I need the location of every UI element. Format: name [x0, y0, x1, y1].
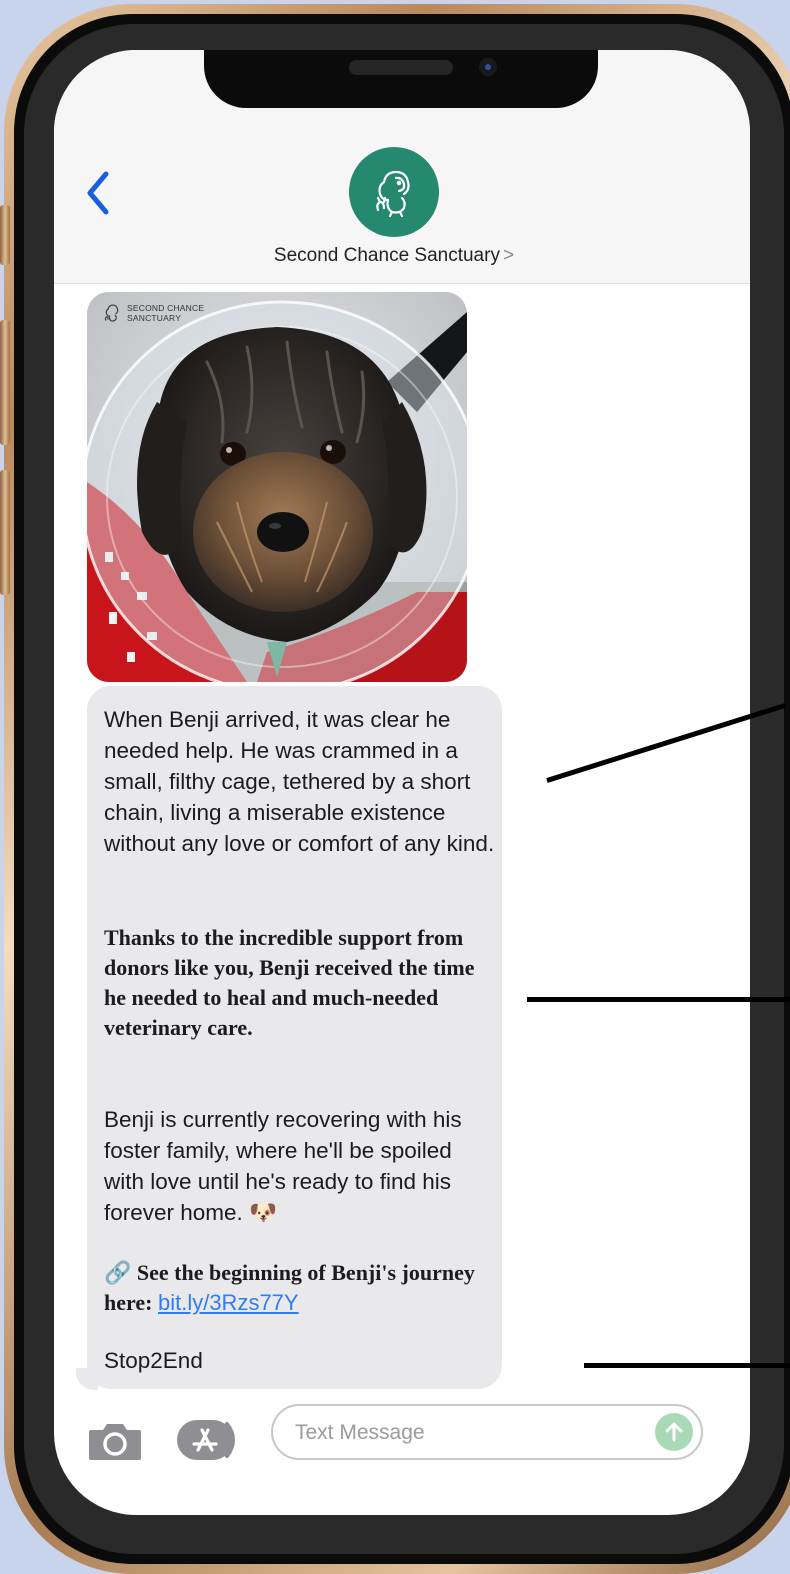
link-icon: 🔗 — [104, 1260, 132, 1285]
dog-cat-logo-icon — [376, 170, 410, 218]
dog-photo — [87, 292, 467, 682]
arrow-up-icon — [665, 1422, 683, 1442]
annotation-pointer-line-2 — [527, 997, 790, 1002]
front-camera-icon — [479, 58, 497, 76]
camera-icon[interactable] — [87, 1420, 143, 1462]
message-paragraph-4: 🔗 See the beginning of Benji's journey h… — [104, 1258, 499, 1318]
watermark-line2: SANCTUARY — [127, 313, 182, 323]
phone-screen: Second Chance Sanctuary > SECOND CHANCE … — [54, 50, 750, 1515]
message-input[interactable] — [293, 1415, 637, 1451]
annotation-pointer-line-3 — [584, 1363, 790, 1368]
message-input-bar — [54, 1390, 750, 1470]
text-message-bubble[interactable]: When Benji arrived, it was clear he need… — [87, 686, 502, 1389]
chevron-left-icon[interactable] — [84, 168, 114, 218]
dog-cat-logo-icon — [104, 304, 119, 322]
chevron-right-icon: > — [502, 245, 515, 266]
app-store-icon[interactable] — [177, 1418, 241, 1462]
message-paragraph-1: When Benji arrived, it was clear he need… — [104, 707, 495, 856]
contact-name-label: Second Chance Sanctuary — [273, 245, 500, 266]
message-text-field[interactable] — [271, 1404, 703, 1460]
contact-name[interactable]: Second Chance Sanctuary > — [54, 245, 734, 267]
message-paragraph-2: Thanks to the incredible support from do… — [104, 925, 475, 1040]
avatar[interactable] — [349, 147, 439, 237]
message-paragraph-5: Stop2End — [104, 1348, 203, 1373]
watermark-line1: SECOND CHANCE — [127, 303, 205, 313]
image-message[interactable]: SECOND CHANCE SANCTUARY — [87, 292, 467, 682]
side-button-volume-down — [0, 470, 10, 595]
message-paragraph-3: Benji is currently recovering with his f… — [104, 1107, 462, 1225]
earpiece-speaker — [349, 60, 453, 75]
side-button-silent — [0, 205, 10, 265]
send-button[interactable] — [655, 1413, 693, 1451]
message-paragraph-4-colon: : — [145, 1290, 158, 1315]
watermark-logo: SECOND CHANCE SANCTUARY — [101, 302, 204, 324]
side-button-volume-up — [0, 320, 10, 445]
message-link[interactable]: bit.ly/3Rzs77Y — [158, 1290, 299, 1315]
notch — [204, 50, 598, 108]
